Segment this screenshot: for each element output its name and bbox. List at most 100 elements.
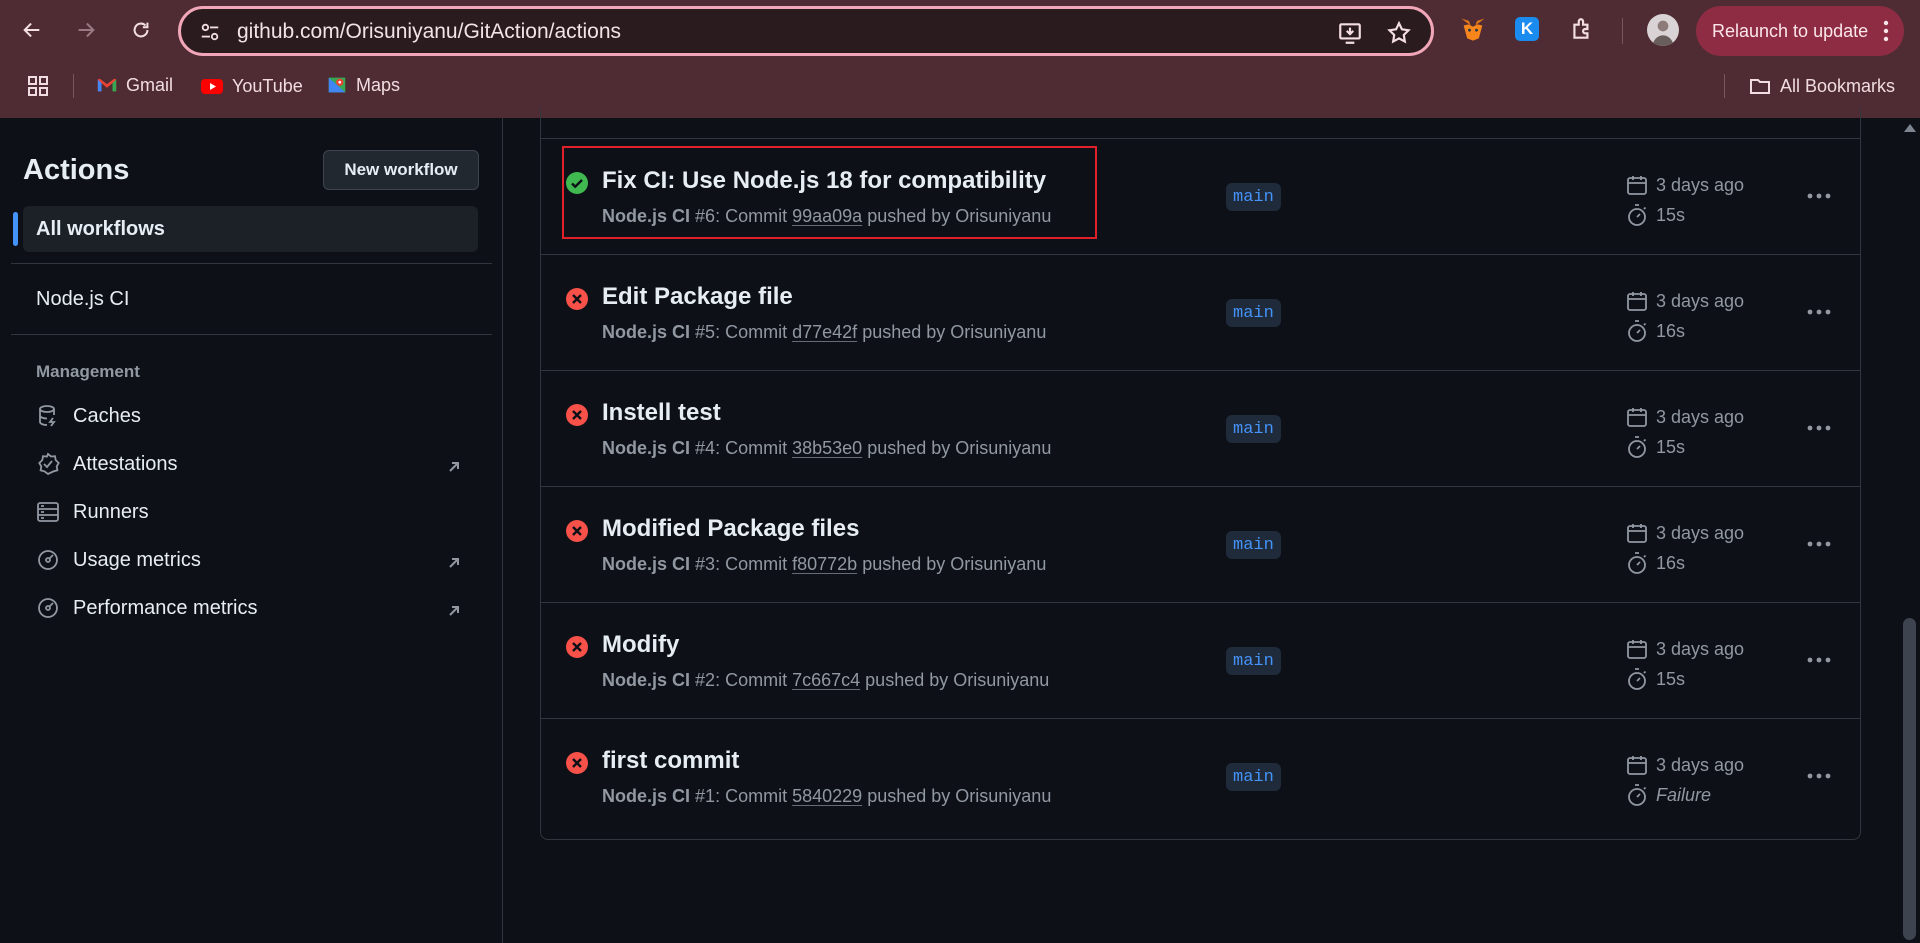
sidebar-item-caches[interactable]: Caches	[36, 404, 141, 428]
scrollbar-thumb[interactable]	[1903, 618, 1916, 940]
branch-label[interactable]: main	[1226, 299, 1281, 327]
bookmark-star-icon[interactable]	[1386, 20, 1412, 46]
x-circle-icon	[566, 752, 588, 774]
install-app-icon[interactable]	[1337, 20, 1363, 46]
run-duration: 15s	[1625, 435, 1685, 459]
profile-avatar[interactable]	[1647, 14, 1679, 46]
more-horizontal-icon[interactable]	[1804, 183, 1834, 209]
divider	[11, 263, 492, 264]
active-indicator	[13, 212, 18, 246]
sidebar-item-usage-metrics[interactable]: Usage metrics	[36, 548, 201, 572]
run-workflow: Node.js CI	[602, 554, 691, 574]
more-horizontal-icon[interactable]	[1804, 647, 1834, 673]
run-duration: 15s	[1625, 667, 1685, 691]
run-duration-value: 16s	[1656, 552, 1686, 573]
branch-label[interactable]: main	[1226, 647, 1281, 675]
meter-icon	[38, 598, 58, 618]
folder-icon	[1750, 79, 1770, 94]
workflow-run-row[interactable]: first commit Node.js CI #1: Commit 58402…	[541, 718, 1860, 834]
arrow-left-icon	[23, 22, 40, 38]
calendar-icon	[1627, 640, 1647, 659]
run-date: 3 days ago	[1625, 637, 1744, 661]
commit-sha-link[interactable]: f80772b	[792, 554, 857, 574]
commit-sha-link[interactable]: 38b53e0	[792, 438, 862, 458]
workflow-run-row[interactable]: Instell test Node.js CI #4: Commit 38b53…	[541, 370, 1860, 486]
sidebar-item-performance-metrics[interactable]: Performance metrics	[36, 596, 258, 620]
branch-label[interactable]: main	[1226, 183, 1281, 211]
branch-label[interactable]: main	[1226, 531, 1281, 559]
run-workflow: Node.js CI	[602, 670, 691, 690]
run-when: 3 days ago	[1656, 638, 1745, 659]
back-button[interactable]	[14, 12, 50, 48]
run-workflow: Node.js CI	[602, 786, 691, 806]
branch-label[interactable]: main	[1226, 763, 1281, 791]
reload-icon	[133, 22, 149, 38]
divider	[11, 334, 492, 335]
database-icon	[39, 405, 56, 427]
run-title[interactable]: Instell test	[602, 399, 721, 427]
stopwatch-icon	[1628, 320, 1647, 342]
run-title[interactable]: Fix CI: Use Node.js 18 for compatibility	[602, 167, 1046, 195]
run-author: Orisuniyanu	[950, 554, 1047, 574]
run-number: #4	[695, 438, 716, 458]
url-text[interactable]: github.com/Orisuniyanu/GitAction/actions	[237, 20, 621, 44]
branch-label[interactable]: main	[1226, 415, 1281, 443]
run-title[interactable]: Modified Package files	[602, 515, 859, 543]
run-when: 3 days ago	[1656, 754, 1745, 775]
site-settings-icon[interactable]	[199, 21, 221, 43]
address-bar[interactable]: github.com/Orisuniyanu/GitAction/actions	[178, 6, 1434, 56]
commit-sha-link[interactable]: 99aa09a	[792, 206, 862, 226]
new-workflow-button[interactable]: New workflow	[323, 150, 479, 190]
verified-icon	[38, 452, 60, 476]
run-meta: Node.js CI #6: Commit 99aa09a pushed by …	[602, 206, 1052, 226]
apps-button[interactable]	[26, 74, 50, 98]
forward-button[interactable]	[68, 12, 104, 48]
all-bookmarks-button[interactable]: All Bookmarks	[1748, 74, 1895, 98]
sidebar-item-label: Attestations	[73, 452, 178, 475]
k-extension[interactable]: K	[1512, 14, 1542, 44]
more-horizontal-icon[interactable]	[1804, 299, 1834, 325]
run-date: 3 days ago	[1625, 521, 1744, 545]
page-title: Actions	[23, 154, 130, 186]
arrow-right-icon	[78, 22, 95, 38]
run-meta: Node.js CI #4: Commit 38b53e0 pushed by …	[602, 438, 1052, 458]
pushed-by-text: pushed by	[867, 786, 951, 806]
run-author: Orisuniyanu	[955, 206, 1052, 226]
run-duration: 16s	[1625, 319, 1685, 343]
reload-button[interactable]	[123, 12, 159, 48]
sidebar-item-nodejs-ci[interactable]: Node.js CI	[36, 288, 129, 311]
bookmark-divider	[1724, 74, 1725, 98]
workflow-run-row[interactable]: Fix CI: Use Node.js 18 for compatibility…	[541, 138, 1860, 254]
relaunch-button[interactable]: Relaunch to update	[1696, 6, 1904, 56]
bookmark-gmail[interactable]: Gmail	[96, 74, 173, 96]
run-workflow: Node.js CI	[602, 322, 691, 342]
workflow-run-row[interactable]: Modify Node.js CI #2: Commit 7c667c4 pus…	[541, 602, 1860, 718]
run-author: Orisuniyanu	[953, 670, 1050, 690]
sidebar-item-attestations[interactable]: Attestations	[36, 452, 178, 476]
more-horizontal-icon[interactable]	[1804, 763, 1834, 789]
pushed-by-text: pushed by	[862, 554, 946, 574]
more-horizontal-icon[interactable]	[1804, 415, 1834, 441]
metamask-extension[interactable]	[1458, 14, 1488, 44]
run-title[interactable]: first commit	[602, 747, 739, 775]
workflow-run-row[interactable]: Modified Package files Node.js CI #3: Co…	[541, 486, 1860, 602]
run-title[interactable]: Edit Package file	[602, 283, 793, 311]
stopwatch-icon	[1628, 668, 1647, 690]
commit-sha-link[interactable]: d77e42f	[792, 322, 857, 342]
sidebar-item-runners[interactable]: Runners	[36, 500, 149, 524]
page-scrollbar[interactable]	[1899, 118, 1920, 943]
maps-icon	[328, 77, 346, 93]
commit-sha-link[interactable]: 5840229	[792, 786, 862, 806]
commit-sha-link[interactable]: 7c667c4	[792, 670, 860, 690]
external-link-icon	[449, 462, 459, 472]
more-horizontal-icon[interactable]	[1804, 531, 1834, 557]
scroll-up-arrow[interactable]	[1904, 124, 1916, 132]
extensions-button[interactable]	[1567, 14, 1597, 44]
run-title[interactable]: Modify	[602, 631, 679, 659]
bookmark-maps[interactable]: Maps	[326, 74, 400, 96]
sidebar-item-label: Caches	[73, 404, 141, 427]
run-meta: Node.js CI #2: Commit 7c667c4 pushed by …	[602, 670, 1050, 690]
workflow-run-row[interactable]: Edit Package file Node.js CI #5: Commit …	[541, 254, 1860, 370]
bookmark-youtube[interactable]: YouTube	[200, 74, 303, 98]
sidebar-item-all-workflows[interactable]: All workflows	[13, 206, 478, 252]
